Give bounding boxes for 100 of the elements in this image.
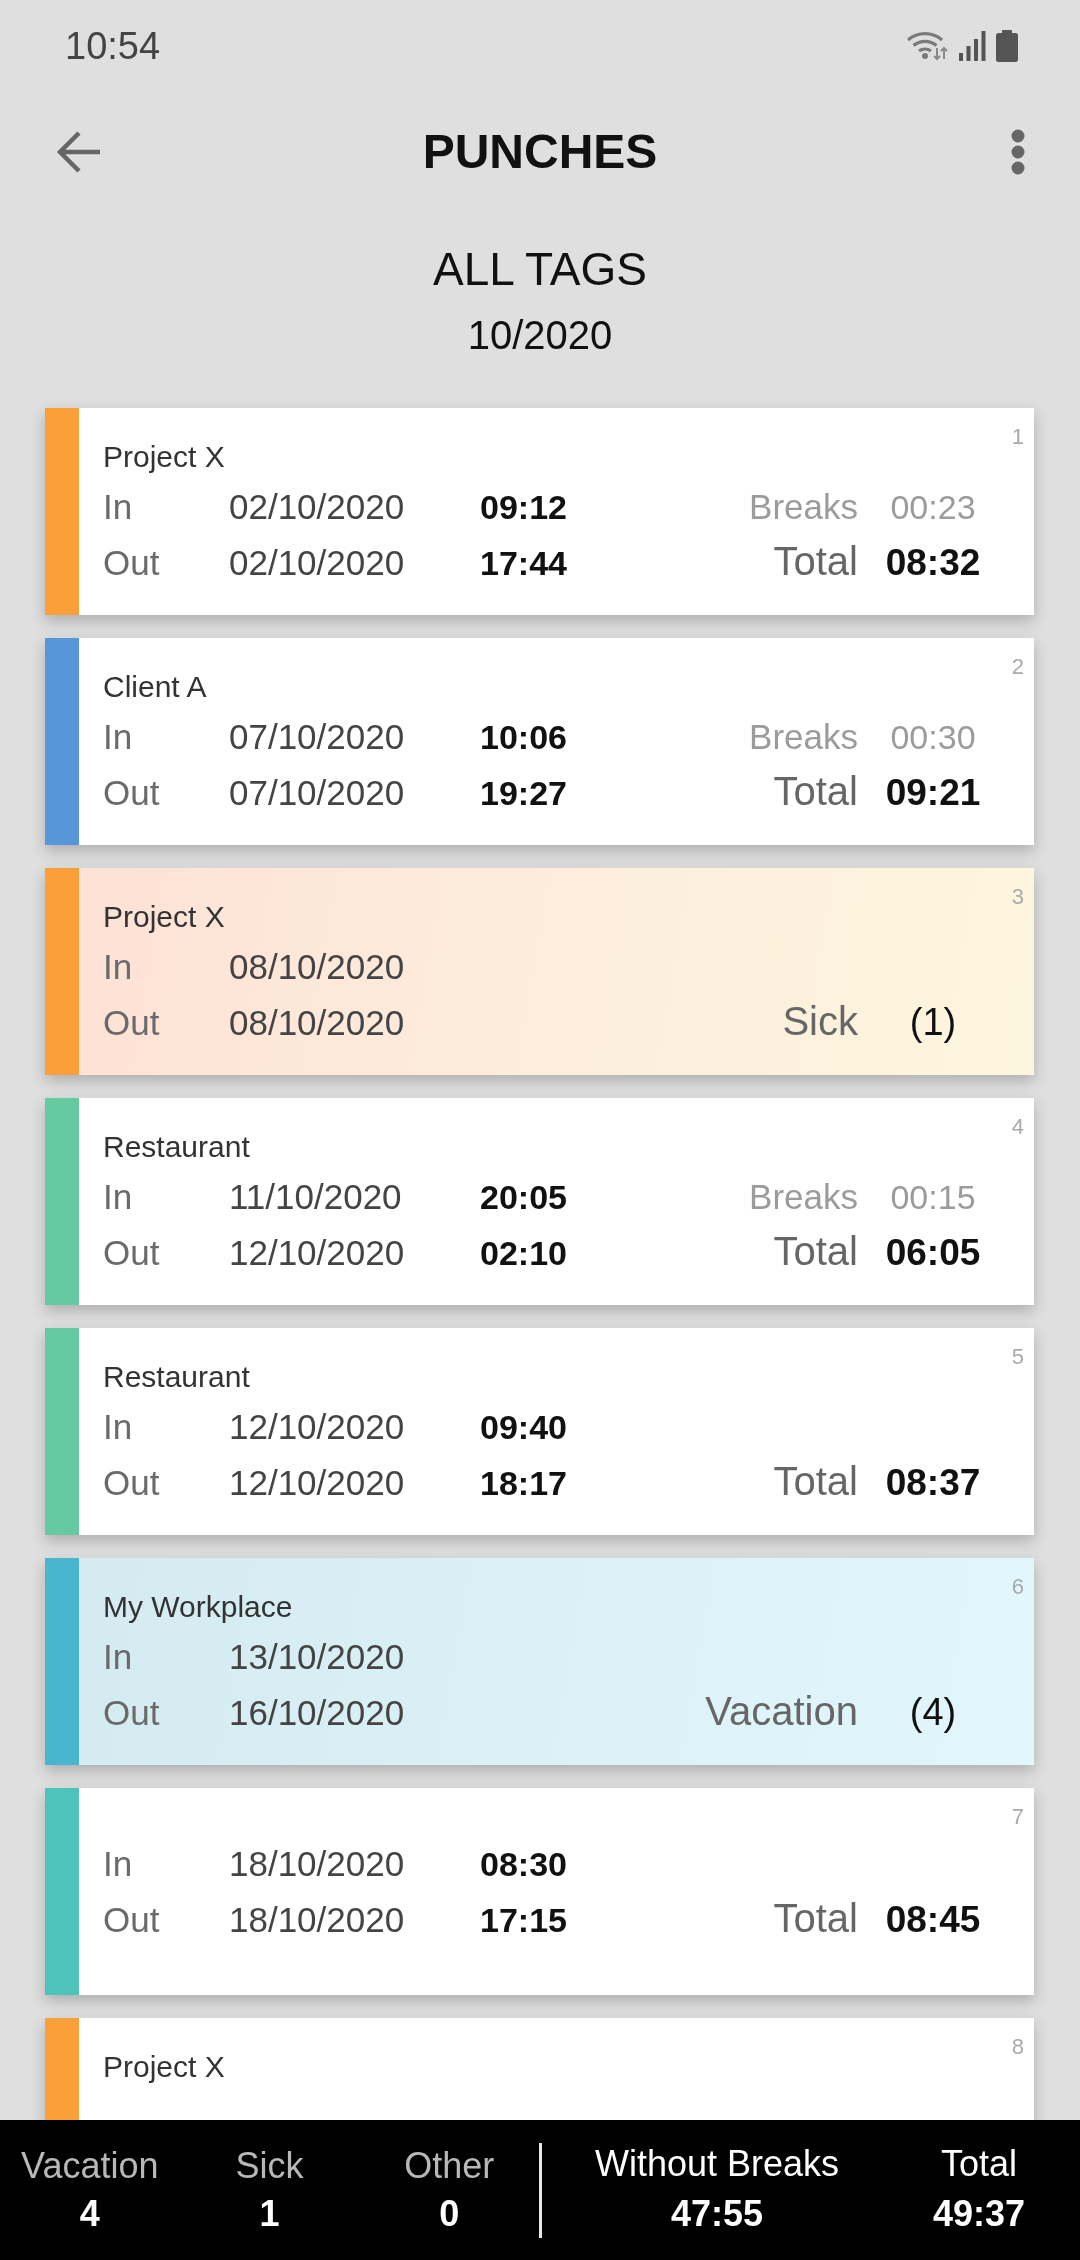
signal-icon bbox=[959, 31, 986, 61]
period-text: 10/2020 bbox=[467, 312, 613, 359]
tag-filter-title: ALL TAGS bbox=[433, 242, 647, 296]
summary-value: 0 bbox=[439, 2192, 460, 2236]
punch-card[interactable]: Client A In 07/10/2020 10:06 Breaks 00:30 Out 07/10/2020 19:27 Total 09:21 2 bbox=[45, 638, 1034, 845]
date-text: 12/10/2020 bbox=[229, 1232, 405, 1274]
summary-label: Sick bbox=[235, 2144, 304, 2188]
row-label: In bbox=[103, 486, 133, 528]
card-number: 8 bbox=[1011, 2033, 1024, 2061]
tag-name: Client A bbox=[103, 669, 207, 705]
date-text: 12/10/2020 bbox=[229, 1462, 405, 1504]
tag-name: Project X bbox=[103, 2049, 225, 2085]
date-text: 08/10/2020 bbox=[229, 1002, 405, 1044]
time-text: 18:17 bbox=[480, 1463, 567, 1504]
tag-name: Project X bbox=[103, 439, 225, 475]
summary-value: 1 bbox=[259, 2192, 280, 2236]
total-label: Total bbox=[773, 1458, 858, 1505]
absence-count: (4) bbox=[909, 1690, 957, 1735]
breaks-value: 00:23 bbox=[890, 487, 976, 528]
row-label: Out bbox=[103, 1002, 160, 1044]
date-text: 18/10/2020 bbox=[229, 1843, 405, 1885]
total-label: Total bbox=[773, 1228, 858, 1275]
date-text: 13/10/2020 bbox=[229, 1636, 405, 1678]
time-text: 02:10 bbox=[480, 1233, 567, 1274]
date-text: 02/10/2020 bbox=[229, 542, 405, 584]
card-number: 2 bbox=[1011, 653, 1024, 681]
summary-label: Vacation bbox=[21, 2144, 159, 2188]
tag-name: Restaurant bbox=[103, 1129, 250, 1165]
total-label: Total bbox=[773, 1895, 858, 1942]
absence-count: (1) bbox=[909, 1000, 957, 1045]
time-text: 17:15 bbox=[480, 1900, 567, 1941]
date-text: 18/10/2020 bbox=[229, 1899, 405, 1941]
wifi-icon bbox=[907, 31, 949, 61]
summary-label: Total bbox=[940, 2142, 1017, 2186]
time-text: 09:12 bbox=[480, 487, 567, 528]
breaks-label: Breaks bbox=[749, 486, 858, 528]
total-value: 09:21 bbox=[885, 771, 981, 815]
date-text: 16/10/2020 bbox=[229, 1692, 405, 1734]
breaks-value: 00:15 bbox=[890, 1177, 976, 1218]
time-text: 08:30 bbox=[480, 1844, 567, 1885]
total-value: 06:05 bbox=[885, 1231, 981, 1275]
row-label: In bbox=[103, 1636, 133, 1678]
summary-value: 4 bbox=[79, 2192, 100, 2236]
card-number: 3 bbox=[1011, 883, 1024, 911]
screen-title: PUNCHES bbox=[422, 124, 658, 181]
card-number: 5 bbox=[1011, 1343, 1024, 1371]
total-value: 08:32 bbox=[885, 541, 981, 585]
date-text: 12/10/2020 bbox=[229, 1406, 405, 1448]
time-text: 19:27 bbox=[480, 773, 567, 814]
summary-label: Without Breaks bbox=[595, 2142, 840, 2186]
row-label: Out bbox=[103, 542, 160, 584]
absence-label: Sick bbox=[782, 998, 858, 1045]
tag-name: Project X bbox=[103, 899, 225, 935]
summary-label: Other bbox=[404, 2144, 495, 2188]
punch-card[interactable]: In 18/10/2020 08:30 Out 18/10/2020 17:15 Total 08:45 7 bbox=[45, 1788, 1034, 1995]
row-label: In bbox=[103, 1406, 133, 1448]
punch-card[interactable]: My Workplace In 13/10/2020 Out 16/10/2020 Vacation (4) 6 bbox=[45, 1558, 1034, 1765]
punch-card[interactable]: Project X 8 bbox=[45, 2018, 1034, 2120]
date-text: 11/10/2020 bbox=[229, 1176, 402, 1218]
punch-card[interactable]: Project X In 02/10/2020 09:12 Breaks 00:23 Out 02/10/2020 17:44 Total 08:32 1 bbox=[45, 408, 1034, 615]
back-icon[interactable] bbox=[56, 129, 102, 175]
date-text: 08/10/2020 bbox=[229, 946, 405, 988]
breaks-value: 00:30 bbox=[890, 717, 976, 758]
more-menu-icon[interactable] bbox=[1011, 129, 1025, 175]
time-text: 10:06 bbox=[480, 717, 567, 758]
row-label: Out bbox=[103, 772, 160, 814]
card-number: 1 bbox=[1011, 423, 1024, 451]
summary-value: 49:37 bbox=[932, 2192, 1025, 2236]
total-value: 08:45 bbox=[885, 1898, 981, 1942]
date-text: 07/10/2020 bbox=[229, 772, 405, 814]
total-value: 08:37 bbox=[885, 1461, 981, 1505]
absence-label: Vacation bbox=[705, 1688, 858, 1735]
row-label: Out bbox=[103, 1899, 160, 1941]
punch-card[interactable]: Restaurant In 11/10/2020 20:05 Breaks 00:15 Out 12/10/2020 02:10 Total 06:05 4 bbox=[45, 1098, 1034, 1305]
time-text: 17:44 bbox=[480, 543, 567, 584]
total-label: Total bbox=[773, 538, 858, 585]
row-label: In bbox=[103, 1843, 133, 1885]
card-number: 6 bbox=[1011, 1573, 1024, 1601]
row-label: Out bbox=[103, 1232, 160, 1274]
row-label: Out bbox=[103, 1462, 160, 1504]
tag-name: My Workplace bbox=[103, 1589, 293, 1625]
summary-value: 47:55 bbox=[671, 2192, 764, 2236]
battery-icon bbox=[996, 30, 1018, 62]
tag-name: Restaurant bbox=[103, 1359, 250, 1395]
row-label: Out bbox=[103, 1692, 160, 1734]
row-label: In bbox=[103, 1176, 133, 1218]
time-text: 09:40 bbox=[480, 1407, 567, 1448]
date-text: 02/10/2020 bbox=[229, 486, 405, 528]
time-text: 20:05 bbox=[480, 1177, 567, 1218]
row-label: In bbox=[103, 716, 133, 758]
punch-card[interactable]: Restaurant In 12/10/2020 09:40 Out 12/10/2020 18:17 Total 08:37 5 bbox=[45, 1328, 1034, 1535]
status-time: 10:54 bbox=[65, 27, 161, 65]
punch-card[interactable]: Project X In 08/10/2020 Out 08/10/2020 Sick (1) 3 bbox=[45, 868, 1034, 1075]
breaks-label: Breaks bbox=[749, 1176, 858, 1218]
row-label: In bbox=[103, 946, 133, 988]
card-number: 7 bbox=[1011, 1803, 1024, 1831]
card-number: 4 bbox=[1011, 1113, 1024, 1141]
date-text: 07/10/2020 bbox=[229, 716, 405, 758]
breaks-label: Breaks bbox=[749, 716, 858, 758]
total-label: Total bbox=[773, 768, 858, 815]
